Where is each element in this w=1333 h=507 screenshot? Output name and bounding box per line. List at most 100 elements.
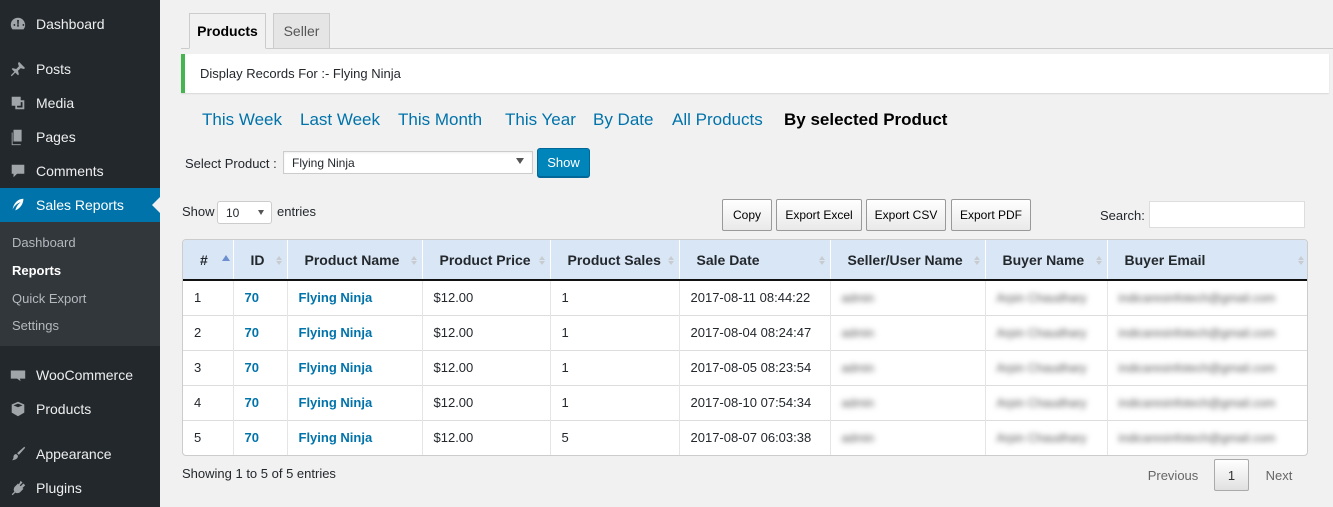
submenu-quick-export[interactable]: Quick Export — [12, 291, 86, 306]
product-name-link[interactable]: Flying Ninja — [299, 395, 373, 410]
col-header-seller-user-name[interactable]: Seller/User Name — [830, 240, 986, 281]
table-row: 4 70 Flying Ninja $12.00 1 2017-08-10 07… — [183, 384, 1307, 420]
filter-last-week[interactable]: Last Week — [300, 110, 380, 130]
product-name-link[interactable]: Flying Ninja — [299, 430, 373, 445]
submenu-dashboard[interactable]: Dashboard — [12, 235, 76, 250]
col-label: Product Sales — [567, 251, 661, 268]
cell-buyer-email: indicaresinfotech@gmail.com — [1107, 349, 1307, 385]
table-row: 5 70 Flying Ninja $12.00 5 2017-08-07 06… — [183, 419, 1307, 455]
length-suffix: entries — [277, 204, 317, 219]
table-row: 2 70 Flying Ninja $12.00 1 2017-08-04 08… — [183, 314, 1307, 350]
menu-posts[interactable]: Posts — [0, 52, 160, 86]
col-header-index[interactable]: # — [183, 240, 234, 281]
entries-length-select[interactable]: 10 — [217, 201, 272, 224]
cell-sales: 1 — [550, 349, 680, 385]
dashboard-icon — [0, 15, 36, 33]
cell-sales: 1 — [550, 279, 680, 315]
cell-product-name: Flying Ninja — [287, 419, 423, 455]
product-name-link[interactable]: Flying Ninja — [299, 360, 373, 375]
cell-id: 70 — [233, 384, 288, 420]
filter-by-date[interactable]: By Date — [593, 110, 653, 130]
table-row: 3 70 Flying Ninja $12.00 1 2017-08-05 08… — [183, 349, 1307, 385]
menu-label: Pages — [36, 129, 76, 145]
pagination-next[interactable]: Next — [1256, 459, 1302, 491]
submenu-settings[interactable]: Settings — [12, 318, 59, 333]
filter-this-week[interactable]: This Week — [202, 110, 282, 130]
table-header-row: # ID Product Name Product Price Product … — [183, 240, 1307, 281]
product-id-link[interactable]: 70 — [245, 360, 259, 375]
cell-sale-date: 2017-08-11 08:44:22 — [679, 279, 831, 315]
submenu-reports[interactable]: Reports — [12, 263, 61, 278]
menu-products[interactable]: Products — [0, 392, 160, 426]
menu-sales-reports[interactable]: Sales Reports — [0, 188, 160, 222]
cell-buyer-email: indicaresinfotech@gmail.com — [1107, 314, 1307, 350]
show-button[interactable]: Show — [537, 148, 590, 177]
copy-button[interactable]: Copy — [722, 199, 772, 231]
product-id-link[interactable]: 70 — [245, 430, 259, 445]
comment-icon — [0, 162, 36, 180]
menu-label: Appearance — [36, 446, 112, 462]
product-id-link[interactable]: 70 — [245, 290, 259, 305]
product-name-link[interactable]: Flying Ninja — [299, 290, 373, 305]
sort-icon — [275, 253, 282, 267]
search-input[interactable] — [1149, 201, 1305, 228]
col-label: Sale Date — [696, 251, 760, 268]
col-header-product-price[interactable]: Product Price — [422, 240, 551, 281]
menu-label: Sales Reports — [36, 197, 124, 213]
filter-by-selected-product[interactable]: By selected Product — [784, 110, 947, 130]
col-header-sale-date[interactable]: Sale Date — [679, 240, 831, 281]
cell-product-name: Flying Ninja — [287, 384, 423, 420]
tab-seller[interactable]: Seller — [273, 13, 330, 49]
filter-this-month[interactable]: This Month — [398, 110, 482, 130]
menu-pages[interactable]: Pages — [0, 120, 160, 154]
col-header-product-name[interactable]: Product Name — [287, 240, 423, 281]
buyer-name: Arpin Chaudhary — [996, 431, 1087, 446]
col-label: ID — [250, 251, 265, 268]
cell-seller: admin — [830, 419, 986, 455]
menu-plugins[interactable]: Plugins — [0, 471, 160, 505]
col-header-buyer-name[interactable]: Buyer Name — [985, 240, 1108, 281]
menu-media[interactable]: Media — [0, 86, 160, 120]
export-excel-button[interactable]: Export Excel — [776, 199, 862, 231]
table-info: Showing 1 to 5 of 5 entries — [182, 466, 336, 481]
export-pdf-button[interactable]: Export PDF — [951, 199, 1031, 231]
box-icon — [0, 400, 36, 418]
chevron-down-icon — [516, 158, 524, 168]
filter-this-year[interactable]: This Year — [505, 110, 576, 130]
sort-icon — [1095, 253, 1102, 267]
cell-buyer-name: Arpin Chaudhary — [985, 384, 1108, 420]
sales-table: # ID Product Name Product Price Product … — [182, 239, 1308, 456]
cell-seller: admin — [830, 384, 986, 420]
menu-label: Comments — [36, 163, 104, 179]
buyer-name: Arpin Chaudhary — [996, 326, 1087, 340]
pagination-previous[interactable]: Previous — [1140, 459, 1206, 491]
select-product-label: Select Product : — [185, 156, 277, 171]
col-header-id[interactable]: ID — [233, 240, 288, 281]
export-csv-button[interactable]: Export CSV — [866, 199, 946, 231]
product-select[interactable]: Flying Ninja — [283, 151, 533, 174]
col-label: Buyer Name — [1002, 251, 1085, 268]
cell-buyer-name: Arpin Chaudhary — [985, 349, 1108, 385]
pagination-page-1[interactable]: 1 — [1214, 459, 1249, 491]
admin-sidebar: Dashboard Posts Media Pages Comments Sal… — [0, 0, 160, 507]
tab-products[interactable]: Products — [189, 13, 266, 49]
menu-appearance[interactable]: Appearance — [0, 437, 160, 471]
product-name-link[interactable]: Flying Ninja — [299, 325, 373, 340]
menu-dashboard[interactable]: Dashboard — [0, 7, 160, 41]
buyer-email: indicaresinfotech@gmail.com — [1118, 326, 1276, 340]
length-prefix: Show — [182, 204, 215, 219]
product-id-link[interactable]: 70 — [245, 395, 259, 410]
media-icon — [0, 94, 36, 112]
product-id-link[interactable]: 70 — [245, 325, 259, 340]
col-header-product-sales[interactable]: Product Sales — [550, 240, 680, 281]
cell-product-name: Flying Ninja — [287, 349, 423, 385]
col-label: # — [200, 251, 208, 268]
sort-icon — [667, 253, 674, 267]
menu-comments[interactable]: Comments — [0, 154, 160, 188]
sort-icon — [818, 253, 825, 267]
col-header-buyer-email[interactable]: Buyer Email — [1107, 240, 1307, 281]
col-label: Seller/User Name — [847, 251, 963, 268]
seller-name: admin — [841, 291, 875, 306]
menu-woocommerce[interactable]: WooCommerce — [0, 358, 160, 392]
filter-all-products[interactable]: All Products — [672, 110, 763, 130]
